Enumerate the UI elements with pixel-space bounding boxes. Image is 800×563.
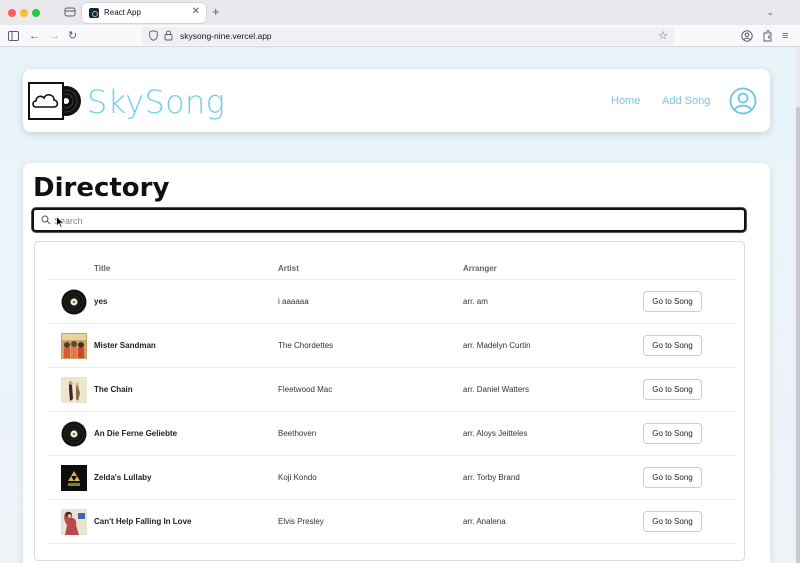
song-title: The Chain bbox=[94, 385, 133, 394]
song-title: Zelda's Lullaby bbox=[94, 473, 152, 482]
song-artist: Koji Kondo bbox=[278, 473, 317, 482]
close-window-button[interactable] bbox=[8, 9, 16, 17]
maximize-window-button[interactable] bbox=[32, 9, 40, 17]
tab-list-chevron-icon[interactable]: ⌄ bbox=[766, 7, 774, 18]
skysong-logo-icon[interactable] bbox=[28, 82, 82, 120]
song-title: Mister Sandman bbox=[94, 341, 156, 350]
react-favicon-icon bbox=[89, 8, 99, 18]
song-artist: Fleetwood Mac bbox=[278, 385, 333, 394]
nav-home-link[interactable]: Home bbox=[611, 95, 640, 107]
browser-tab[interactable]: React App ✕ bbox=[82, 3, 206, 23]
extensions-icon[interactable] bbox=[762, 30, 773, 42]
go-to-song-button[interactable]: Go to Song bbox=[643, 511, 702, 532]
row-divider bbox=[47, 543, 735, 544]
song-artist: The Chordettes bbox=[278, 341, 334, 350]
nav-add-song-link[interactable]: Add Song bbox=[662, 95, 710, 107]
browser-nav-bar: ← → ↻ skysong-nine.vercel.app ☆ ≡ bbox=[0, 25, 800, 47]
table-row: Zelda's Lullaby Koji Kondo arr. Torby Br… bbox=[35, 456, 744, 500]
go-to-song-button[interactable]: Go to Song bbox=[643, 335, 702, 356]
column-header-title[interactable]: Title bbox=[94, 264, 110, 273]
url-bar[interactable]: skysong-nine.vercel.app ☆ bbox=[142, 27, 674, 45]
song-arranger: arr. Torby Brand bbox=[463, 473, 520, 482]
song-title: Can't Help Falling In Love bbox=[94, 517, 192, 526]
search-icon bbox=[41, 215, 51, 225]
minimize-window-button[interactable] bbox=[20, 9, 28, 17]
tab-title: React App bbox=[104, 8, 141, 17]
new-tab-icon[interactable]: + bbox=[212, 5, 220, 18]
song-arranger: arr. am bbox=[463, 297, 488, 306]
album-cover bbox=[61, 465, 87, 491]
song-title: yes bbox=[94, 297, 108, 306]
song-artist: Elvis Presley bbox=[278, 517, 324, 526]
table-row: Mister Sandman The Chordettes arr. Madel… bbox=[35, 324, 744, 368]
reload-icon[interactable]: ↻ bbox=[68, 28, 77, 44]
song-title: An Die Ferne Geliebte bbox=[94, 429, 178, 438]
search-box[interactable] bbox=[32, 208, 746, 232]
song-artist: Beethoven bbox=[278, 429, 317, 438]
song-arranger: arr. Madelyn Curtin bbox=[463, 341, 531, 350]
browser-tab-bar: React App ✕ + ⌄ bbox=[0, 0, 800, 25]
mouse-cursor-icon bbox=[56, 216, 64, 228]
brand-name[interactable]: SkySong bbox=[87, 83, 225, 121]
go-to-song-button[interactable]: Go to Song bbox=[643, 467, 702, 488]
forward-arrow-icon[interactable]: → bbox=[49, 28, 60, 44]
scrollbar-thumb[interactable] bbox=[796, 107, 800, 563]
close-tab-icon[interactable]: ✕ bbox=[192, 6, 200, 18]
app-header: SkySong Home Add Song bbox=[23, 69, 770, 132]
album-cover bbox=[61, 377, 87, 403]
vinyl-icon bbox=[61, 289, 87, 315]
song-arranger: arr. Daniel Watters bbox=[463, 385, 529, 394]
column-header-artist[interactable]: Artist bbox=[278, 264, 299, 273]
user-avatar-icon[interactable] bbox=[729, 87, 757, 115]
search-input[interactable] bbox=[54, 213, 734, 229]
go-to-song-button[interactable]: Go to Song bbox=[643, 379, 702, 400]
back-arrow-icon[interactable]: ← bbox=[29, 28, 40, 44]
song-arranger: arr. Analena bbox=[463, 517, 506, 526]
songs-table: Title Artist Arranger yes i aaaaaa arr. … bbox=[34, 241, 745, 561]
table-row: The Chain Fleetwood Mac arr. Daniel Watt… bbox=[35, 368, 744, 412]
song-arranger: arr. Aloys Jeitteles bbox=[463, 429, 528, 438]
go-to-song-button[interactable]: Go to Song bbox=[643, 423, 702, 444]
menu-icon[interactable]: ≡ bbox=[782, 28, 788, 44]
vinyl-icon bbox=[61, 421, 87, 447]
page: SkySong Home Add Song Directory Title Ar… bbox=[0, 47, 796, 563]
table-row: yes i aaaaaa arr. am Go to Song bbox=[35, 280, 744, 324]
page-title: Directory bbox=[33, 173, 170, 203]
go-to-song-button[interactable]: Go to Song bbox=[643, 291, 702, 312]
table-row: Can't Help Falling In Love Elvis Presley… bbox=[35, 500, 744, 544]
bookmark-star-icon[interactable]: ☆ bbox=[658, 28, 668, 44]
url-text: skysong-nine.vercel.app bbox=[180, 31, 272, 41]
album-cover bbox=[61, 333, 87, 359]
lock-icon[interactable] bbox=[164, 30, 173, 41]
tab-overview-icon[interactable] bbox=[64, 6, 76, 18]
account-icon[interactable] bbox=[741, 30, 753, 42]
song-artist: i aaaaaa bbox=[278, 297, 309, 306]
album-cover bbox=[61, 509, 87, 535]
directory-card: Directory Title Artist Arranger yes i aa… bbox=[23, 163, 770, 563]
column-header-arranger[interactable]: Arranger bbox=[463, 264, 497, 273]
sidebar-icon[interactable] bbox=[8, 31, 19, 41]
shield-icon[interactable] bbox=[149, 30, 158, 41]
table-row: An Die Ferne Geliebte Beethoven arr. Alo… bbox=[35, 412, 744, 456]
page-scrollbar[interactable] bbox=[796, 47, 800, 563]
